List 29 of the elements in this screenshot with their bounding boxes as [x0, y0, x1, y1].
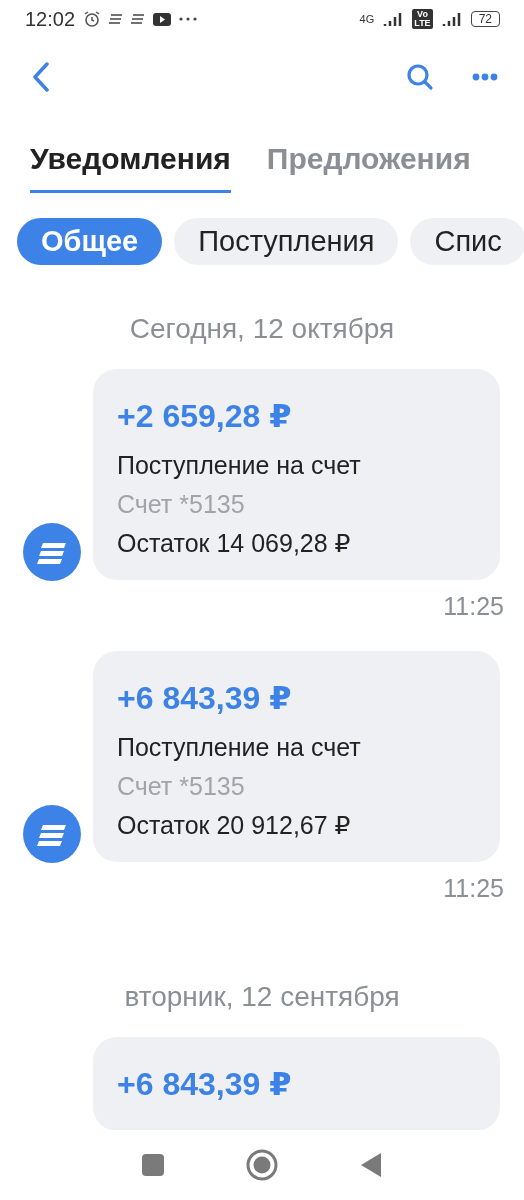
- tab[interactable]: Уведомления: [30, 136, 231, 193]
- alarm-icon: [83, 10, 102, 28]
- message-time: 11:25: [443, 592, 504, 621]
- balance: Остаток 20 912,67 ₽: [117, 811, 352, 840]
- amount: +6 843,39 ₽: [117, 1065, 293, 1103]
- bank-logo-icon: [23, 805, 81, 863]
- volte-badge: Vo LTE: [412, 9, 433, 29]
- bank-logo-icon: [23, 523, 81, 581]
- status-time: 12:02: [25, 7, 76, 31]
- date-header: Сегодня, 12 октября: [128, 313, 396, 345]
- battery-indicator: 72: [470, 11, 500, 27]
- signal-icon: [440, 12, 463, 26]
- message-time: 11:25: [443, 874, 504, 903]
- video-icon: [153, 12, 172, 26]
- amount: +2 659,28 ₽: [117, 397, 293, 435]
- notification-icon: [131, 14, 146, 24]
- filter-chip[interactable]: Спис: [410, 218, 524, 265]
- message-title: Поступление на счет: [117, 733, 362, 762]
- account-number: Счет *5135: [117, 490, 246, 519]
- filter-chip[interactable]: Общее: [17, 218, 163, 265]
- balance: Остаток 14 069,28 ₽: [117, 529, 352, 558]
- account-number: Счет *5135: [117, 772, 246, 801]
- amount: +6 843,39 ₽: [117, 679, 293, 717]
- message-title: Поступление на счет: [117, 451, 362, 480]
- more-icon: [179, 17, 198, 21]
- notification-icon: [109, 14, 124, 24]
- network-type: 4G: [359, 13, 375, 25]
- date-header: вторник, 12 сентября: [123, 981, 401, 1013]
- filter-chip[interactable]: Поступления: [174, 218, 399, 265]
